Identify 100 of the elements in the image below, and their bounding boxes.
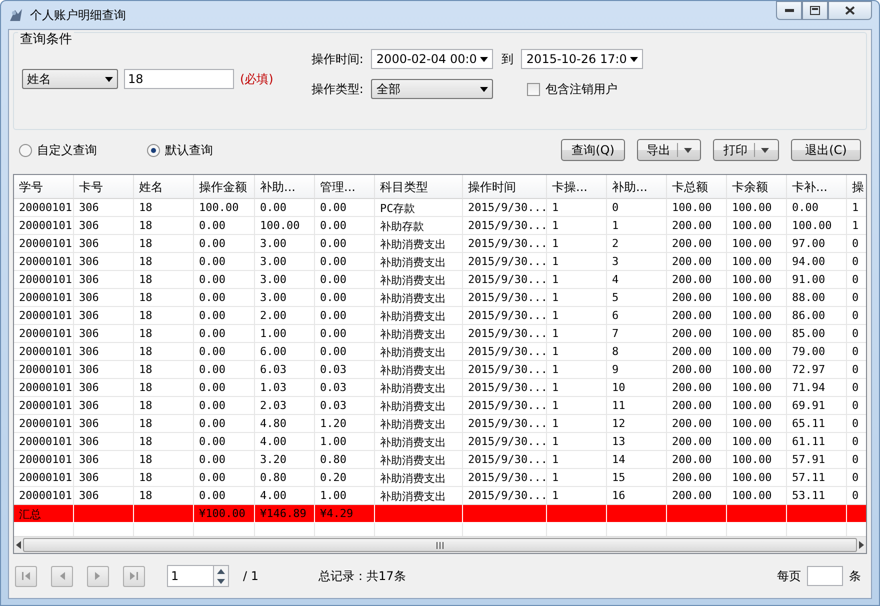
table-cell: 12	[607, 415, 667, 433]
total-records: 总记录：共17条	[318, 568, 406, 584]
table-cell: 100.00	[255, 217, 315, 235]
column-header[interactable]: 卡余额	[727, 175, 787, 199]
summary-cell	[134, 505, 194, 523]
table-cell: 0.03	[315, 397, 375, 415]
type-label: 操作类型:	[311, 80, 364, 98]
previous-page-button[interactable]	[51, 566, 73, 586]
table-cell: 18	[134, 199, 194, 217]
column-header[interactable]: 操作金额	[194, 175, 255, 199]
table-cell: 补助消费支出	[375, 307, 463, 325]
date-picker[interactable]: 2000-02-04 00:0	[371, 49, 494, 69]
table-cell: 补助消费支出	[375, 451, 463, 469]
table-cell: 18	[134, 289, 194, 307]
table-cell: 100.00	[194, 199, 255, 217]
radio-button[interactable]	[19, 144, 32, 156]
table-cell: 100.00	[727, 343, 787, 361]
column-header[interactable]: 卡补...	[787, 175, 847, 199]
table-cell: 72.97	[787, 361, 847, 379]
table-cell: 补助消费支出	[375, 235, 463, 253]
left-arrow-icon	[21, 571, 31, 581]
table-cell: 18	[134, 451, 194, 469]
column-header[interactable]: 补助...	[255, 175, 315, 199]
table-cell: 61.11	[787, 433, 847, 451]
column-header[interactable]: 管理...	[315, 175, 375, 199]
table-cell: 18	[134, 307, 194, 325]
table-cell: 1	[607, 217, 667, 235]
caret-icon	[630, 56, 638, 62]
maximize-button[interactable]	[802, 1, 828, 20]
table-cell: 200.00	[667, 217, 727, 235]
action-button[interactable]: 退出(C)	[791, 139, 861, 161]
summary-cell: ¥4.29	[315, 505, 375, 523]
table-cell: 3.00	[255, 271, 315, 289]
table-cell: 18	[134, 397, 194, 415]
table-cell: 200.00	[667, 289, 727, 307]
table-cell: 20000101	[14, 235, 74, 253]
table-cell: 306	[74, 343, 134, 361]
table-cell: 200.00	[667, 325, 727, 343]
table-cell: 71.94	[787, 379, 847, 397]
table-cell: 补助消费支出	[375, 415, 463, 433]
first-page-button[interactable]	[15, 566, 37, 586]
column-header[interactable]: 卡号	[74, 175, 134, 199]
table-cell: 15	[607, 469, 667, 487]
type-dropdown[interactable]: 全部	[371, 79, 494, 99]
date-picker[interactable]: 2015-10-26 17:0	[521, 49, 644, 69]
table-cell: 0	[847, 451, 866, 469]
table-cell: 9	[607, 361, 667, 379]
split-button[interactable]: 导出	[637, 139, 701, 161]
table-cell: 200.00	[667, 469, 727, 487]
next-page-button[interactable]	[87, 566, 109, 586]
table-cell: 0.00	[315, 217, 375, 235]
summary-cell: 汇总	[14, 505, 74, 523]
table-cell: 6	[607, 307, 667, 325]
table-cell: 1.03	[255, 379, 315, 397]
page-count: / 1	[243, 569, 258, 583]
table-cell: 0.00	[194, 289, 255, 307]
table-cell: 2015/9/30...	[463, 235, 547, 253]
table-cell: 14	[607, 451, 667, 469]
table-cell: 0	[847, 433, 866, 451]
column-header[interactable]: 卡总额	[667, 175, 727, 199]
page-input[interactable]: 1	[167, 565, 213, 587]
table-cell: 100.00	[727, 199, 787, 217]
name-input[interactable]: 18	[124, 69, 234, 89]
table-cell: 2015/9/30...	[463, 307, 547, 325]
table-cell: 200.00	[667, 433, 727, 451]
table-cell: 0	[847, 361, 866, 379]
table-cell: 20000101	[14, 397, 74, 415]
summary-cell: ¥146.89	[255, 505, 315, 523]
summary-cell	[727, 505, 787, 523]
table-cell: 0.03	[315, 361, 375, 379]
summary-cell	[787, 505, 847, 523]
table-cell: 补助消费支出	[375, 397, 463, 415]
last-page-button[interactable]	[123, 566, 145, 586]
table-cell: 1	[547, 379, 607, 397]
column-header[interactable]: 操作时间	[463, 175, 547, 199]
spinner-buttons[interactable]	[213, 565, 229, 587]
column-header[interactable]: 科目类型	[375, 175, 463, 199]
column-header[interactable]: 姓名	[134, 175, 194, 199]
minimize-button[interactable]	[776, 1, 802, 20]
column-header[interactable]: 学号	[14, 175, 74, 199]
per-page-input[interactable]	[807, 566, 843, 586]
checkbox[interactable]	[527, 82, 540, 96]
close-button[interactable]	[828, 1, 872, 20]
table-cell: 0.00	[315, 343, 375, 361]
table-cell: 0.80	[255, 469, 315, 487]
table-cell: 0.00	[315, 289, 375, 307]
table-cell: 补助消费支出	[375, 343, 463, 361]
table-cell: 100.00	[727, 451, 787, 469]
table-cell: 0	[847, 289, 866, 307]
column-header[interactable]: 卡操...	[547, 175, 607, 199]
table-cell: 补助消费支出	[375, 379, 463, 397]
split-button[interactable]: 打印	[713, 139, 779, 161]
column-header[interactable]: 补助...	[607, 175, 667, 199]
action-button[interactable]: 查询(Q)	[561, 139, 625, 161]
summary-cell	[74, 505, 134, 523]
radio-button[interactable]	[147, 144, 160, 156]
table-cell: 1	[547, 397, 607, 415]
table-cell: 200.00	[667, 379, 727, 397]
checkbox-label: 包含注销用户	[545, 80, 618, 98]
field-dropdown[interactable]: 姓名	[22, 69, 118, 89]
